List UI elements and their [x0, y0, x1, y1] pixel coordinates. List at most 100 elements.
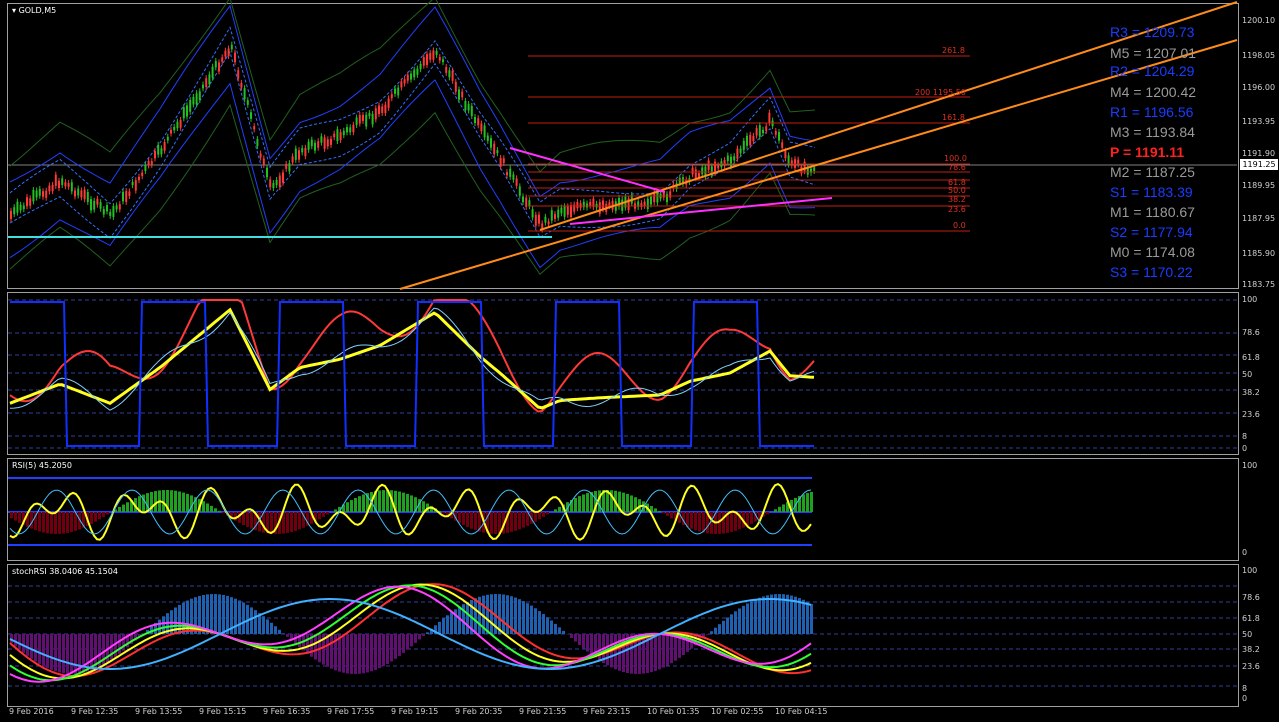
- stoch-histogram-bar: [354, 634, 357, 674]
- rsi-histogram-bar: [666, 512, 669, 516]
- rsi-histogram-bar: [58, 512, 61, 534]
- candle-body: [282, 172, 284, 183]
- candle-body: [410, 73, 412, 80]
- stoch-histogram-bar: [242, 602, 245, 634]
- candle-body: [19, 204, 22, 211]
- rsi-histogram-bar: [286, 512, 289, 533]
- candle-body: [522, 196, 524, 203]
- candle-body: [499, 157, 502, 167]
- candle-body: [650, 196, 652, 205]
- candle-body: [368, 113, 371, 117]
- candle-body: [506, 172, 508, 176]
- fib-label: 100.0: [944, 154, 967, 163]
- stoch-histogram-bar: [666, 634, 669, 666]
- candle-body: [365, 114, 368, 127]
- rsi-histogram-bar: [62, 512, 65, 534]
- stoch-histogram-bar: [714, 627, 717, 634]
- candle-body: [726, 155, 729, 162]
- candle-body: [285, 163, 288, 169]
- candle-body: [128, 191, 131, 196]
- candle-body: [666, 194, 668, 203]
- time-tick: 9 Feb 23:15: [583, 707, 631, 716]
- price-tick: 1189.95: [1242, 181, 1276, 190]
- stoch-histogram-bar: [62, 634, 65, 674]
- rsi-histogram-bar: [534, 512, 537, 522]
- stoch-histogram-bar: [446, 615, 449, 634]
- stoch-histogram-bar: [18, 634, 21, 650]
- price-tick: 1193.95: [1242, 117, 1276, 126]
- time-tick: 9 Feb 2016: [9, 707, 54, 716]
- candle-body: [310, 139, 313, 147]
- stoch-histogram-bar: [578, 634, 581, 645]
- rsi-histogram-bar: [574, 497, 577, 512]
- rsi-histogram-bar: [766, 512, 769, 515]
- stoch-histogram-bar: [450, 612, 453, 634]
- chart-drawing: [8, 0, 1238, 687]
- candle-body: [515, 178, 518, 186]
- rsi-histogram-bar: [474, 512, 477, 531]
- candle-body: [198, 91, 201, 101]
- time-tick: 9 Feb 13:55: [135, 707, 183, 716]
- candle-body: [307, 141, 310, 150]
- stoch-histogram-bar: [58, 634, 61, 673]
- price-axis: 1200.10 1198.05 1196.00 1193.95 1191.90 …: [1238, 0, 1279, 290]
- stoch-histogram-bar: [442, 618, 445, 634]
- stoch-histogram-bar: [218, 594, 221, 634]
- candle-body: [125, 191, 128, 202]
- stoch-histogram-bar: [502, 594, 505, 634]
- pivot-m3: M3 = 1193.84: [1110, 124, 1195, 140]
- candle-body: [701, 167, 704, 175]
- stoch-histogram-bar: [378, 634, 381, 669]
- candle-body: [486, 135, 489, 141]
- stoch-histogram-bar: [370, 634, 373, 672]
- stoch-histogram-bar: [262, 616, 265, 634]
- candle-body: [13, 207, 16, 215]
- stoch-histogram-bar: [466, 601, 469, 634]
- candle-body: [195, 93, 198, 105]
- stoch-histogram-bar: [122, 634, 125, 651]
- stoch-histogram-bar: [798, 598, 801, 634]
- candle-body: [259, 153, 262, 158]
- stoch-histogram-bar: [546, 617, 549, 634]
- stoch-histogram-bar: [522, 601, 525, 634]
- pivot-r3: R3 = 1209.73: [1110, 24, 1195, 40]
- candle-body: [461, 91, 464, 98]
- stoch-histogram-bar: [730, 614, 733, 634]
- rsi-histogram-bar: [698, 512, 701, 532]
- rsi-histogram-bar: [106, 512, 109, 515]
- stoch-histogram-bar: [674, 634, 677, 661]
- stoch-histogram-bar: [802, 599, 805, 634]
- stoch-histogram-bar: [50, 634, 53, 670]
- candle-body: [566, 206, 569, 215]
- rsi-histogram-bar: [658, 510, 661, 512]
- candle-body: [35, 190, 38, 198]
- candle-body: [774, 130, 777, 135]
- rsi-histogram-bar: [18, 512, 21, 523]
- stoch-histogram-bar: [810, 603, 813, 634]
- time-tick: 9 Feb 17:55: [327, 707, 375, 716]
- candle-body: [790, 160, 793, 166]
- candle-body: [182, 107, 185, 119]
- stoch-histogram-bar: [406, 634, 409, 650]
- rsi-histogram-bar: [246, 512, 249, 527]
- candle-body: [694, 169, 697, 179]
- stoch-line: [9, 583, 812, 680]
- candle-body: [445, 66, 448, 73]
- candle-body: [432, 50, 435, 60]
- stoch-histogram-bar: [286, 634, 289, 637]
- candle-body: [643, 201, 646, 206]
- stoch-histogram-bar: [654, 634, 657, 671]
- rsi-histogram-bar: [554, 509, 557, 512]
- candle-body: [768, 112, 771, 123]
- candle-body: [67, 183, 70, 187]
- stoch-histogram-bar: [270, 622, 273, 634]
- price-tick: 1183.75: [1242, 280, 1276, 289]
- candle-body: [339, 132, 342, 140]
- current-price-tag: 1191.25: [1240, 159, 1278, 170]
- stoch-histogram-bar: [326, 634, 329, 667]
- stoch-histogram-bar: [806, 601, 809, 634]
- rsi-histogram-bar: [50, 512, 53, 534]
- candle-body: [109, 212, 112, 216]
- stoch-histogram-bar: [558, 627, 561, 634]
- candle-body: [240, 83, 243, 88]
